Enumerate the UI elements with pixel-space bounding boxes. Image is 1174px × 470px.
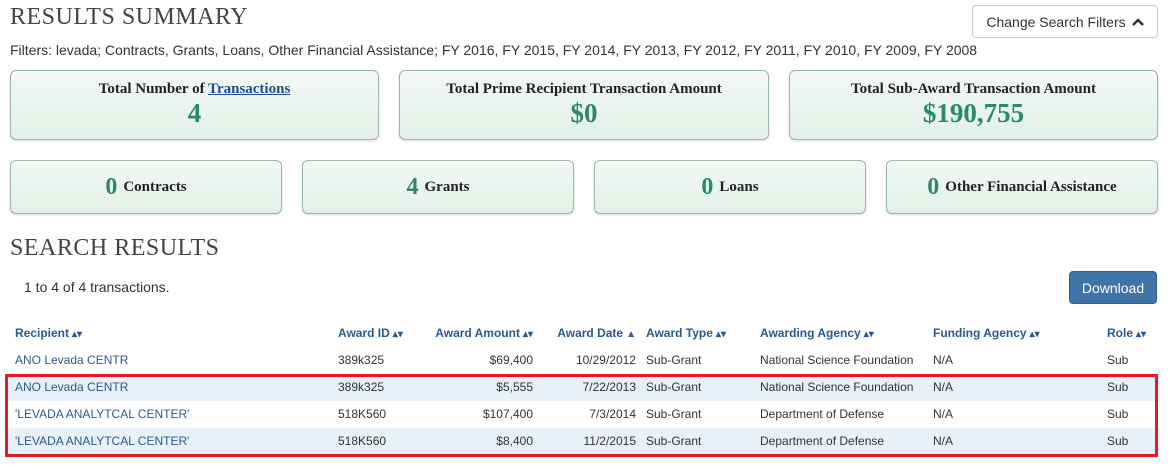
awarding-agency-cell: National Science Foundation — [760, 353, 914, 367]
subaward-amount-value: $190,755 — [922, 98, 1025, 128]
chevron-up-icon — [1131, 17, 1144, 26]
table-row[interactable]: ANO Levada CENTR 389k325 $69,400 10/29/2… — [8, 347, 1160, 374]
award-amount-cell: $8,400 — [496, 434, 533, 448]
other-assistance-card[interactable]: 0 Other Financial Assistance — [886, 160, 1158, 214]
results-table: Recipient ▴▾ Award ID ▴▾ Award Amount ▴▾ Aw… — [8, 320, 1160, 455]
sort-icon: ▴▾ — [522, 329, 533, 340]
col-header-recipient[interactable]: Recipient ▴▾ — [15, 320, 82, 348]
sort-icon: ▴▾ — [1136, 329, 1147, 340]
prime-amount-value: $0 — [570, 98, 598, 128]
loans-label: Loans — [719, 178, 759, 195]
total-transactions-title: Total Number of Transactions — [11, 81, 378, 98]
search-results-heading: SEARCH RESULTS — [10, 235, 220, 261]
sort-icon: ▴▾ — [863, 329, 874, 340]
awarding-agency-cell: Department of Defense — [760, 407, 885, 421]
award-id-cell: 389k325 — [338, 380, 385, 394]
total-transactions-value: 4 — [187, 98, 202, 128]
contracts-card[interactable]: 0 Contracts — [10, 160, 282, 214]
grants-label: Grants — [424, 178, 470, 195]
table-header-row: Recipient ▴▾ Award ID ▴▾ Award Amount ▴▾ Aw… — [8, 320, 1160, 347]
sort-icon: ▴▾ — [715, 329, 726, 340]
sort-icon: ▴▾ — [392, 329, 403, 340]
recipient-link[interactable]: 'LEVADA ANALYTCAL CENTER' — [15, 428, 189, 455]
role-cell: Sub — [1107, 407, 1129, 421]
total-transactions-card: Total Number of Transactions 4 — [10, 70, 379, 140]
table-row[interactable]: 'LEVADA ANALYTCAL CENTER' 518K560 $8,400… — [8, 428, 1160, 455]
contracts-count: 0 — [105, 173, 118, 200]
contracts-label: Contracts — [123, 178, 187, 195]
download-button[interactable]: Download — [1069, 271, 1157, 304]
sort-icon: ▴▾ — [1029, 329, 1040, 340]
col-header-award-id[interactable]: Award ID ▴▾ — [338, 320, 403, 348]
funding-agency-cell: N/A — [933, 353, 954, 367]
award-date-cell: 10/29/2012 — [575, 353, 636, 367]
results-summary-heading: RESULTS SUMMARY — [10, 4, 249, 30]
transactions-link[interactable]: Transactions — [208, 81, 290, 97]
award-id-cell: 518K560 — [338, 434, 387, 448]
awarding-agency-cell: National Science Foundation — [760, 380, 914, 394]
prime-amount-card: Total Prime Recipient Transaction Amount… — [399, 70, 769, 140]
change-search-filters-label: Change Search Filters — [986, 13, 1126, 30]
award-type-cell: Sub-Grant — [646, 434, 702, 448]
table-row[interactable]: ANO Levada CENTR 389k325 $5,555 7/22/201… — [8, 374, 1160, 401]
award-type-cell: Sub-Grant — [646, 380, 702, 394]
recipient-link[interactable]: ANO Levada CENTR — [15, 347, 128, 374]
role-cell: Sub — [1107, 434, 1129, 448]
col-header-award-amount[interactable]: Award Amount ▴▾ — [435, 320, 533, 348]
role-cell: Sub — [1107, 353, 1129, 367]
awarding-agency-cell: Department of Defense — [760, 434, 885, 448]
grants-card[interactable]: 4 Grants — [302, 160, 574, 214]
award-amount-cell: $69,400 — [489, 353, 533, 367]
sort-icon: ▴▾ — [72, 329, 83, 340]
award-type-cell: Sub-Grant — [646, 407, 702, 421]
results-count: 1 to 4 of 4 transactions. — [24, 279, 170, 295]
recipient-link[interactable]: 'LEVADA ANALYTCAL CENTER' — [15, 401, 189, 428]
prime-amount-title: Total Prime Recipient Transaction Amount — [446, 81, 722, 97]
funding-agency-cell: N/A — [933, 407, 954, 421]
award-date-cell: 11/2/2015 — [583, 434, 637, 448]
table-row[interactable]: 'LEVADA ANALYTCAL CENTER' 518K560 $107,4… — [8, 401, 1160, 428]
other-assistance-count: 0 — [927, 173, 940, 200]
change-search-filters-button[interactable]: Change Search Filters — [972, 5, 1158, 38]
col-header-award-date[interactable]: Award Date ▲ — [557, 320, 636, 348]
other-assistance-label: Other Financial Assistance — [945, 178, 1117, 195]
funding-agency-cell: N/A — [933, 434, 954, 448]
award-amount-cell: $5,555 — [496, 380, 533, 394]
award-date-cell: 7/22/2013 — [582, 380, 636, 394]
loans-card[interactable]: 0 Loans — [594, 160, 866, 214]
recipient-link[interactable]: ANO Levada CENTR — [15, 374, 128, 401]
award-amount-cell: $107,400 — [482, 407, 533, 421]
col-header-awarding-agency[interactable]: Awarding Agency ▴▾ — [760, 320, 874, 348]
total-transactions-prefix: Total Number of — [98, 81, 205, 97]
subaward-amount-card: Total Sub-Award Transaction Amount $190,… — [789, 70, 1158, 140]
award-id-cell: 518K560 — [338, 407, 387, 421]
subaward-amount-title: Total Sub-Award Transaction Amount — [851, 81, 1096, 97]
col-header-role[interactable]: Role ▴▾ — [1107, 320, 1146, 348]
award-type-cell: Sub-Grant — [646, 353, 702, 367]
col-header-funding-agency[interactable]: Funding Agency ▴▾ — [933, 320, 1040, 348]
award-id-cell: 389k325 — [338, 353, 385, 367]
award-date-cell: 7/3/2014 — [589, 407, 636, 421]
filters-text: Filters: levada; Contracts, Grants, Loan… — [10, 42, 978, 58]
loans-count: 0 — [701, 173, 714, 200]
col-header-award-type[interactable]: Award Type ▴▾ — [646, 320, 726, 348]
grants-count: 4 — [406, 173, 419, 200]
role-cell: Sub — [1107, 380, 1129, 394]
funding-agency-cell: N/A — [933, 380, 954, 394]
sort-asc-icon: ▲ — [626, 329, 636, 340]
